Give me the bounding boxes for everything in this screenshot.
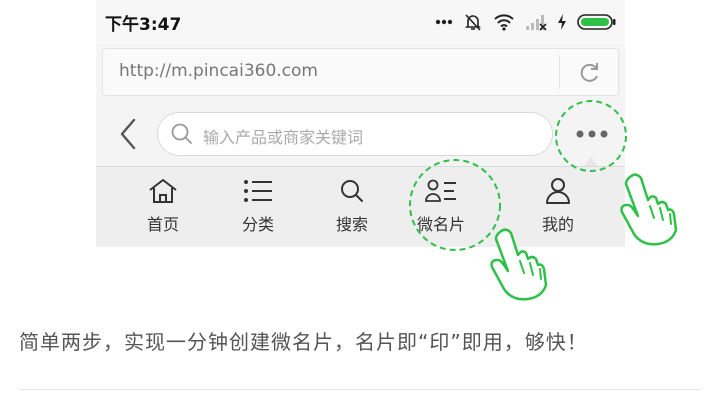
caption-text: 简单两步，实现一分钟创建微名片，名片即“印”即用，够快！ — [19, 330, 588, 354]
wifi-icon — [494, 14, 514, 31]
home-icon — [149, 179, 177, 203]
url-text[interactable]: http://m.pincai360.com — [119, 61, 318, 81]
page-toolbar: 输入产品或商家关键词 — [96, 102, 625, 166]
list-icon — [244, 180, 272, 202]
user-icon — [546, 178, 570, 204]
battery-icon — [577, 14, 616, 30]
card-icon — [425, 179, 456, 202]
nav-item-home[interactable]: 首页 — [123, 177, 203, 243]
reload-icon[interactable] — [576, 59, 604, 87]
nav-item-mine[interactable]: 我的 — [518, 177, 598, 243]
nav-label: 分类 — [241, 215, 274, 234]
mute-icon — [465, 14, 481, 31]
search-placeholder: 输入产品或商家关键词 — [203, 128, 364, 147]
search-icon — [341, 180, 363, 202]
more-dots-icon — [435, 19, 453, 25]
status-bar: 下午3:47 — [96, 0, 625, 44]
charging-icon — [558, 14, 566, 30]
nav-label: 首页 — [146, 215, 179, 234]
url-divider — [559, 55, 560, 89]
bottom-nav: 首页 分类 搜索 微名片 我的 — [96, 166, 625, 247]
phone-screenshot: 下午3:47 http://m.pincai360.com 输入产品或商家关键词… — [96, 0, 625, 247]
nav-item-search[interactable]: 搜索 — [312, 177, 392, 243]
back-chevron-icon[interactable] — [114, 116, 142, 152]
signal-icon — [526, 15, 547, 31]
divider — [19, 389, 700, 390]
nav-item-category[interactable]: 分类 — [218, 177, 298, 243]
search-field-icon — [171, 123, 192, 144]
nav-label: 搜索 — [335, 215, 368, 234]
nav-label: 我的 — [541, 215, 574, 234]
nav-label: 微名片 — [416, 215, 465, 234]
more-icon[interactable] — [559, 102, 625, 166]
address-bar[interactable]: http://m.pincai360.com — [102, 48, 619, 96]
nav-item-card[interactable]: 微名片 — [401, 177, 481, 243]
status-time: 下午3:47 — [105, 15, 182, 35]
status-icons — [435, 10, 617, 34]
search-input[interactable]: 输入产品或商家关键词 — [157, 112, 553, 156]
pointing-hand-icon — [620, 173, 678, 246]
